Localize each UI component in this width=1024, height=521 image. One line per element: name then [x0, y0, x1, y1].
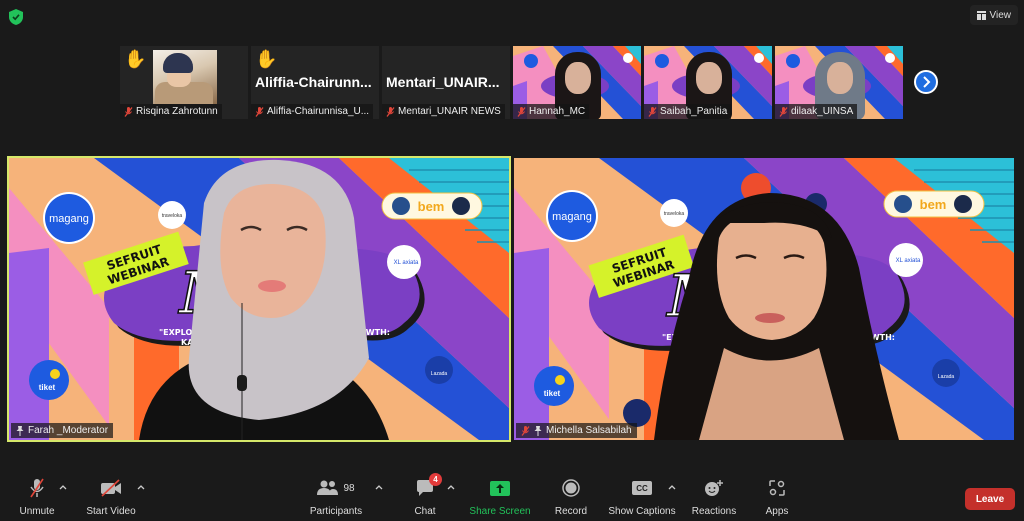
- unmute-button[interactable]: Unmute: [18, 476, 56, 521]
- webinar-slide-background: magang traveloka bem XL axiata SEFRUIT W…: [9, 158, 509, 440]
- muted-mic-icon: [648, 106, 657, 117]
- record-label: Record: [554, 506, 588, 517]
- lazada-logo-text: Lazada: [431, 371, 448, 377]
- participant-thumb-risqina[interactable]: ✋ Risqina Zahrotunn: [120, 46, 248, 119]
- pin-icon: [534, 425, 542, 436]
- participant-name: Farah _Moderator: [28, 425, 109, 436]
- meeting-toolbar: Unmute Start Video 98 Participants 4 Cha…: [0, 473, 1024, 521]
- next-page-button[interactable]: [914, 70, 938, 94]
- video-tile-michella[interactable]: magang traveloka bem XL axiata SEFRUIT W…: [514, 158, 1014, 440]
- participants-options-caret-icon[interactable]: [375, 484, 383, 490]
- participant-name-bar: Saibah_Panitia: [644, 104, 732, 119]
- grid-icon: [976, 10, 986, 20]
- share-screen-label: Share Screen: [469, 506, 531, 517]
- muted-mic-icon: [30, 478, 44, 498]
- view-label: View: [989, 9, 1012, 21]
- leave-meeting-button[interactable]: Leave: [965, 488, 1015, 510]
- participants-button[interactable]: 98 Participants: [308, 476, 364, 521]
- participant-name-bar: Hannah_MC: [513, 104, 590, 119]
- audio-options-caret-icon[interactable]: [59, 484, 67, 490]
- share-screen-icon: [490, 480, 510, 496]
- xl-logo-text: XL axiata: [394, 260, 419, 266]
- chat-options-caret-icon[interactable]: [447, 484, 455, 490]
- reactions-label: Reactions: [691, 506, 737, 517]
- bem-logo-text: bem: [418, 199, 445, 214]
- muted-mic-icon: [779, 106, 788, 117]
- participant-name-bar: Michella Salsabilah: [516, 423, 637, 438]
- raised-hand-icon: ✋: [255, 49, 278, 69]
- participant-name-bar: Aliffia-Chairunnisa_U...: [251, 104, 374, 119]
- chat-label: Chat: [414, 506, 436, 517]
- traveloka-logo-text: traveloka: [664, 211, 685, 217]
- start-video-button[interactable]: Start Video: [84, 476, 138, 521]
- xl-logo-text: XL axiata: [896, 258, 921, 264]
- record-icon: [562, 479, 580, 497]
- record-button[interactable]: Record: [554, 476, 588, 521]
- closed-captions-icon: CC: [632, 481, 652, 495]
- show-captions-label: Show Captions: [608, 506, 676, 517]
- bem-logo-text: bem: [920, 197, 947, 212]
- unmute-label: Unmute: [19, 506, 55, 517]
- participant-thumb-saibah[interactable]: Saibah_Panitia: [644, 46, 772, 119]
- participant-name: Aliffia-Chairunnisa_U...: [267, 106, 370, 117]
- video-options-caret-icon[interactable]: [137, 484, 145, 490]
- muted-mic-icon: [255, 106, 264, 117]
- participant-name-bar: Risqina Zahrotunn: [120, 104, 222, 119]
- participant-name: Hannah_MC: [529, 106, 586, 117]
- shield-check-icon[interactable]: [9, 9, 23, 25]
- participant-name: Risqina Zahrotunn: [136, 106, 218, 117]
- participants-icon: [317, 480, 339, 495]
- participant-thumb-hannah[interactable]: Hannah_MC: [513, 46, 641, 119]
- chat-button[interactable]: 4 Chat: [412, 473, 442, 521]
- start-video-label: Start Video: [86, 506, 136, 517]
- muted-mic-icon: [124, 106, 133, 117]
- participant-thumbnail-strip: ✋ Risqina Zahrotunn ✋ Aliffia-Chairunn..…: [120, 46, 903, 119]
- reactions-button[interactable]: Reactions: [691, 476, 737, 521]
- apps-button[interactable]: Apps: [764, 476, 790, 521]
- participant-name: Saibah_Panitia: [660, 106, 728, 117]
- apps-icon: [769, 480, 785, 496]
- chevron-right-icon: [923, 76, 931, 88]
- participant-name: Michella Salsabilah: [546, 425, 632, 436]
- view-button[interactable]: View: [969, 5, 1018, 25]
- webinar-slide-background: magang traveloka bem XL axiata SEFRUIT W…: [514, 158, 1014, 440]
- magang-logo-text: magang: [49, 213, 89, 225]
- muted-mic-icon: [386, 106, 395, 117]
- participant-name: dilaak_UINSA: [791, 106, 854, 117]
- tiket-logo-text: tiket: [39, 383, 56, 392]
- muted-mic-icon: [517, 106, 526, 117]
- participant-name: Mentari_UNAIR NEWS: [398, 106, 501, 117]
- captions-options-caret-icon[interactable]: [668, 484, 676, 490]
- participant-display-name: Mentari_UNAIR...: [386, 74, 500, 90]
- muted-mic-icon: [521, 425, 530, 436]
- pin-icon: [16, 425, 24, 436]
- participant-display-name: Aliffia-Chairunn...: [255, 74, 372, 90]
- video-off-icon: [101, 479, 121, 497]
- participants-label: Participants: [309, 506, 363, 517]
- zoom-meeting-window: View ✋ Risqina Zahrotunn ✋ Aliffia-Chair…: [0, 0, 1024, 521]
- participants-count: 98: [343, 482, 355, 494]
- participant-profile-photo: [153, 50, 217, 104]
- lazada-logo-text: Lazada: [938, 374, 955, 380]
- show-captions-button[interactable]: CC Show Captions: [608, 476, 676, 521]
- video-tile-farah[interactable]: magang traveloka bem XL axiata SEFRUIT W…: [7, 156, 511, 442]
- tiket-logo-text: tiket: [544, 389, 561, 398]
- traveloka-logo-text: traveloka: [162, 213, 183, 219]
- share-screen-button[interactable]: Share Screen: [469, 476, 531, 521]
- raised-hand-icon: ✋: [124, 49, 147, 69]
- participant-name-bar: Farah _Moderator: [11, 423, 114, 438]
- participant-thumb-dilaak[interactable]: dilaak_UINSA: [775, 46, 903, 119]
- participant-name-bar: Mentari_UNAIR NEWS: [382, 104, 505, 119]
- participant-thumb-mentari[interactable]: Mentari_UNAIR... Mentari_UNAIR NEWS: [382, 46, 510, 119]
- participant-thumb-aliffia[interactable]: ✋ Aliffia-Chairunn... Aliffia-Chairunnis…: [251, 46, 379, 119]
- participant-name-bar: dilaak_UINSA: [775, 104, 858, 119]
- reactions-emoji-icon: [705, 480, 723, 496]
- apps-label: Apps: [765, 506, 789, 517]
- magang-logo-text: magang: [552, 211, 592, 223]
- chat-unread-badge: 4: [429, 473, 442, 486]
